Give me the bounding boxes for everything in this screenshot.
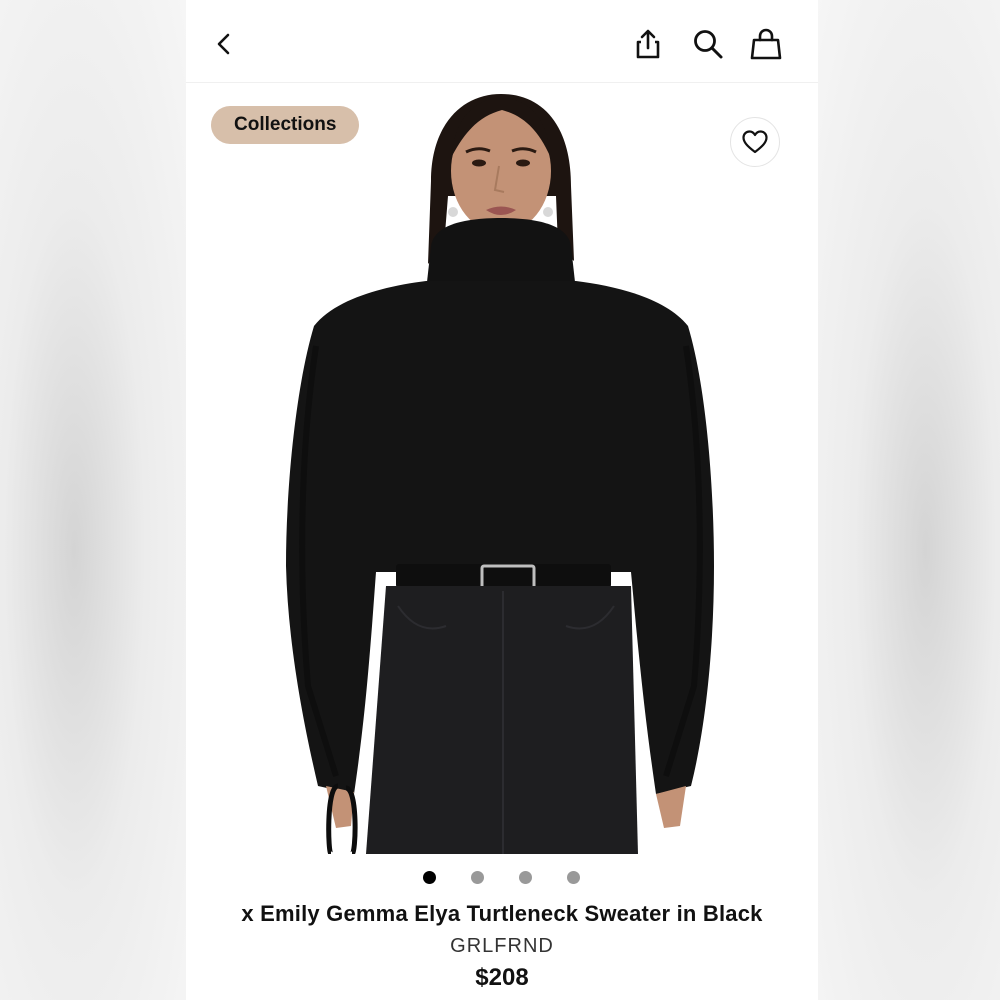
pagination-dot-4[interactable] [567,871,580,884]
share-button[interactable] [632,27,664,61]
back-button[interactable] [208,28,240,60]
image-pagination [186,871,818,885]
pagination-dot-1[interactable] [423,871,436,884]
heart-icon [742,130,768,154]
chevron-left-icon [217,33,230,55]
favorite-button[interactable] [730,117,780,167]
product-brand[interactable]: GRLFRND [186,935,818,958]
shopping-bag-icon [750,28,782,60]
product-price: $208 [475,964,529,991]
collections-badge[interactable]: Collections [211,106,360,144]
right-backdrop [814,0,1000,1000]
top-navigation-bar [186,0,818,83]
shopping-bag-button[interactable] [749,26,783,62]
share-icon [636,29,660,59]
search-button[interactable] [691,27,725,61]
app-screen: Collections x Emily Gemma Elya Turtlenec… [186,0,818,1000]
pagination-dot-2[interactable] [471,871,484,884]
search-icon [694,30,723,59]
product-title: x Emily Gemma Elya Turtleneck Sweater in… [241,901,763,926]
left-backdrop [0,0,186,1000]
product-image[interactable] [186,86,818,854]
model-photo [286,94,714,854]
pagination-dot-3[interactable] [519,871,532,884]
